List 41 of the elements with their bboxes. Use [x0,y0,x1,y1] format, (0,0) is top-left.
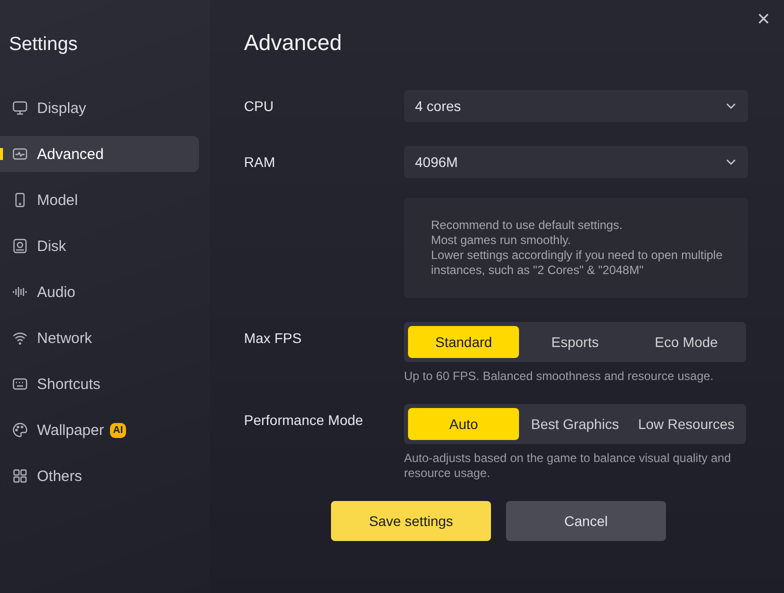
chevron-down-icon [726,159,736,165]
setting-label: RAM [244,153,276,170]
segment-option[interactable]: Low Resources [630,408,742,440]
close-button[interactable]: × [753,6,774,32]
pulse-icon [12,146,28,162]
sidebar-item[interactable]: Others [0,458,199,494]
sidebar-item[interactable]: Disk [0,228,199,264]
hint-text: Lower settings accordingly if you need to open multiple instances, such as "2 Cores" & "2048M" [431,248,724,278]
setting-label: CPU [244,97,275,114]
ai-badge: AI [110,422,126,438]
setting-description: Auto-adjusts based on the game to balance visual quality and resource usage. [404,451,732,481]
hint-text: Recommend to use default settings. [431,218,624,233]
segment-option[interactable]: Esports [519,326,631,358]
save-button[interactable]: Save settings [331,501,491,541]
audio-wave-icon [12,284,28,300]
segment-option[interactable]: Auto [408,408,520,440]
segment-option[interactable]: Eco Mode [630,326,742,358]
setting-label: Max FPS [244,329,303,348]
grid-icon [12,468,28,484]
chevron-down-icon [726,103,736,109]
hint-text: Most games run smoothly. [431,233,572,248]
cancel-button[interactable]: Cancel [506,501,666,541]
sidebar-item[interactable]: Display [0,90,199,126]
dropdown[interactable]: 4 cores [404,90,748,122]
dropdown[interactable]: 4096M [404,146,748,178]
sidebar-item[interactable]: Advanced [0,136,199,172]
segment-option[interactable]: Standard [408,326,520,358]
sidebar-item[interactable]: Wallpaper AI [0,412,199,448]
sidebar-item[interactable]: Audio [0,274,199,310]
wifi-icon [12,330,28,346]
setting-label: Performance Mode [244,411,364,430]
setting-description: Up to 60 FPS. Balanced smoothness and resource usage. [404,369,715,384]
keyboard-icon [12,376,28,392]
sidebar-item[interactable]: Model [0,182,199,218]
sidebar-title: Settings [8,34,79,56]
monitor-icon [12,100,28,116]
page-title: Advanced [244,30,343,56]
palette-icon [12,422,28,438]
sidebar-item[interactable]: Network [0,320,199,356]
sidebar-item[interactable]: Shortcuts [0,366,199,402]
segment-option[interactable]: Best Graphics [519,408,631,440]
